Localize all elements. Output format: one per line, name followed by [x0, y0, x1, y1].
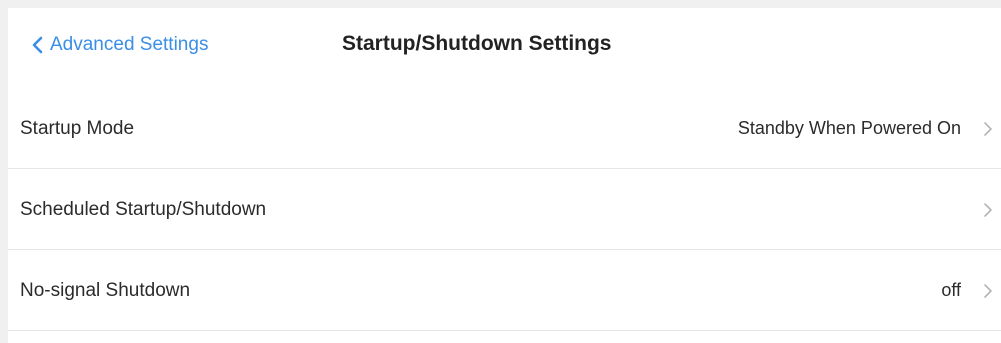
chevron-right-icon — [984, 283, 992, 298]
settings-panel: Advanced Settings Startup/Shutdown Setti… — [8, 8, 1001, 343]
chevron-right-icon — [984, 121, 992, 136]
back-label: Advanced Settings — [50, 34, 209, 55]
row-value: Standby When Powered On — [737, 118, 961, 138]
row-label: Startup Mode — [20, 117, 135, 139]
row-label: Scheduled Startup/Shutdown — [20, 198, 267, 220]
row-scheduled-startup-shutdown[interactable]: Scheduled Startup/Shutdown — [8, 169, 1001, 250]
row-label: No-signal Shutdown — [20, 279, 191, 301]
row-no-signal-shutdown[interactable]: No-signal Shutdown off — [8, 250, 1001, 331]
header-bar: Advanced Settings Startup/Shutdown Setti… — [8, 8, 1001, 88]
page-title: Startup/Shutdown Settings — [342, 32, 612, 55]
chevron-right-icon — [984, 202, 992, 217]
row-startup-mode[interactable]: Startup Mode Standby When Powered On — [8, 88, 1001, 169]
chevron-left-icon — [32, 36, 43, 54]
divider — [8, 330, 1001, 331]
back-button[interactable]: Advanced Settings — [30, 34, 208, 56]
row-value: off — [941, 280, 961, 300]
